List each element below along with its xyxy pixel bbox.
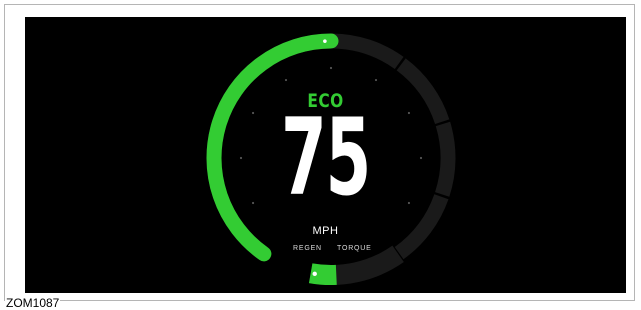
regen-torque-indicator <box>312 271 317 277</box>
figure-frame: ECO 75 MPH REGEN TORQUE ZOM1087 <box>4 4 635 310</box>
regen-label: REGEN <box>293 245 322 252</box>
power-arc-indicator <box>323 39 327 43</box>
torque-label: TORQUE <box>337 245 372 252</box>
instrument-display: ECO 75 MPH REGEN TORQUE <box>25 17 626 293</box>
scale-tick <box>374 78 378 82</box>
scale-tick <box>284 78 288 82</box>
speed-unit-label: MPH <box>312 225 339 237</box>
speed-readout: 75 <box>281 96 371 219</box>
figure-code: ZOM1087 <box>5 296 61 310</box>
scale-tick <box>329 66 333 70</box>
power-track-segment <box>331 33 404 70</box>
